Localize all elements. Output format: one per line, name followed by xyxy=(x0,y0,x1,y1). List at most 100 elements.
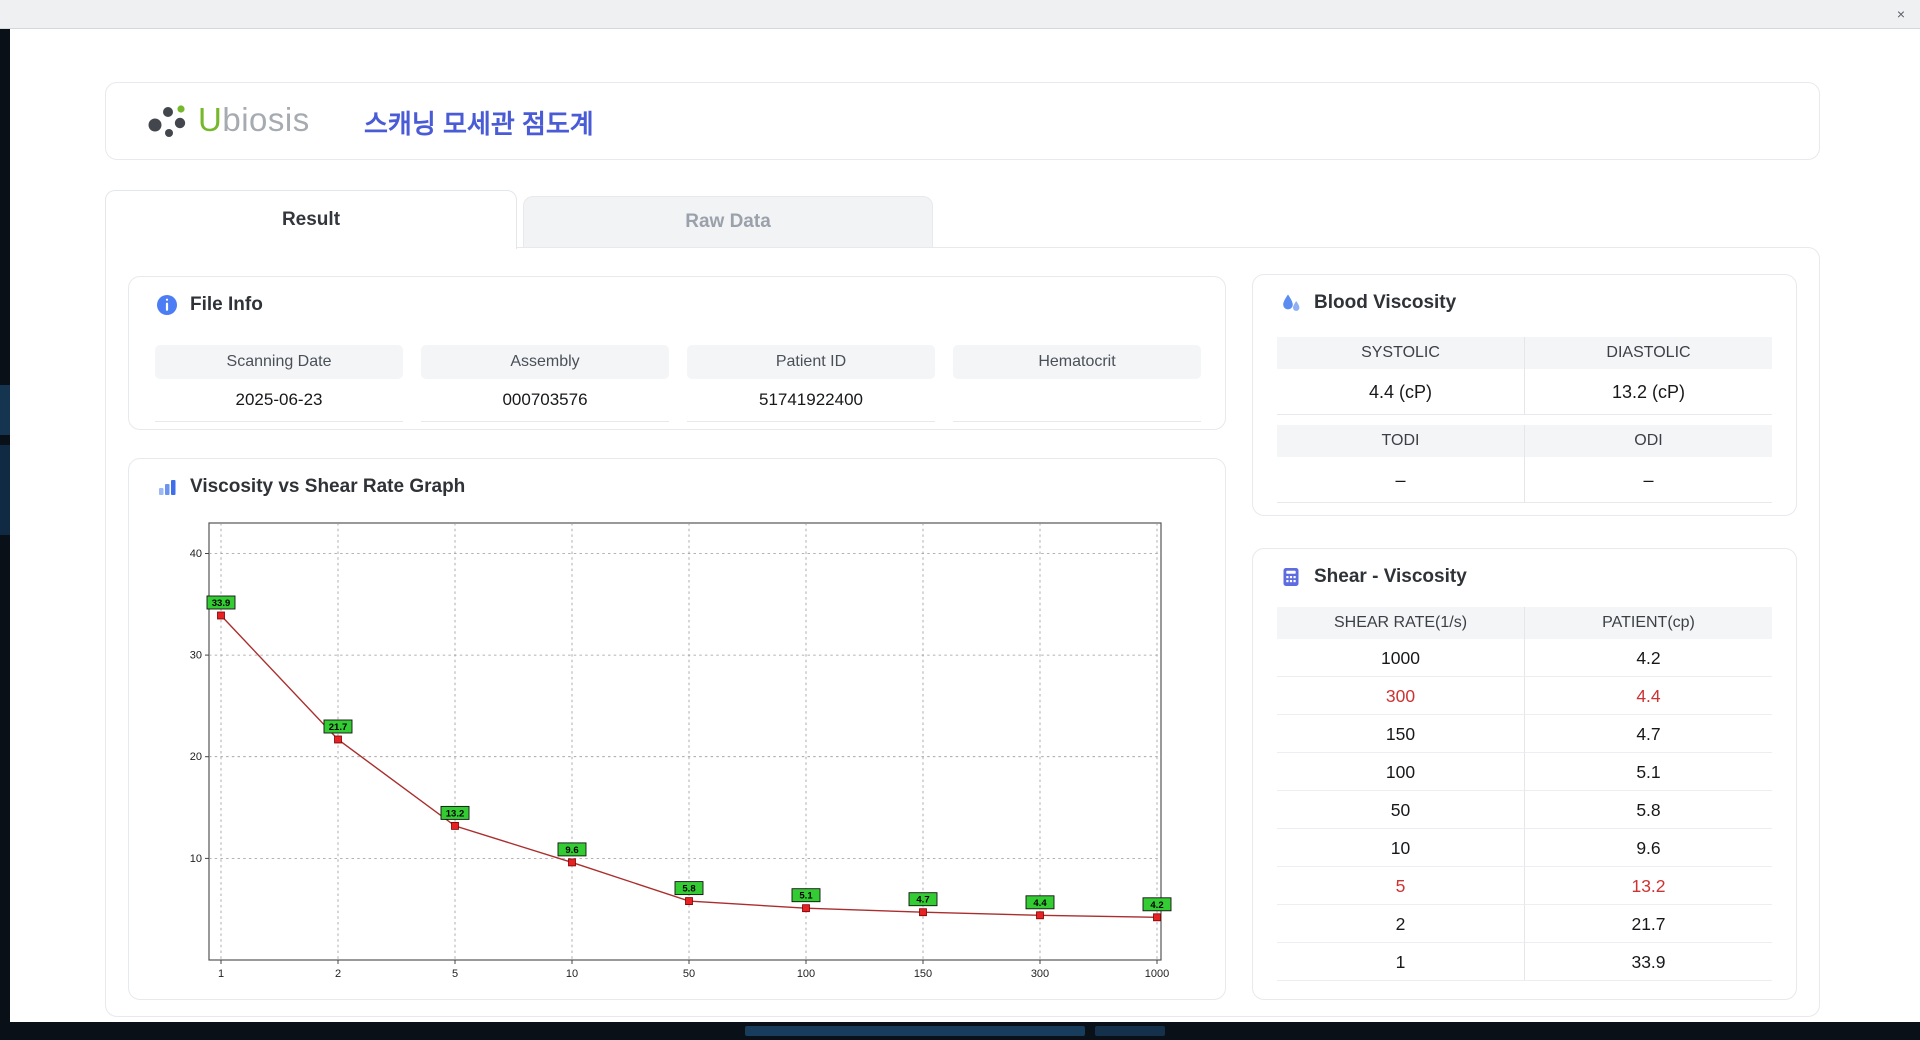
graph-card: Viscosity vs Shear Rate Graph 10 20 30 40 1 2… xyxy=(128,458,1226,1000)
section-title: File Info xyxy=(190,294,263,315)
taskbar-fragment xyxy=(745,1026,1085,1036)
desktop-fragment xyxy=(0,445,10,535)
shear-viscosity-table: SHEAR RATE(1/s) PATIENT(cp) 1000 4.2 300… xyxy=(1277,607,1772,981)
section-title: Blood Viscosity xyxy=(1314,292,1457,313)
patient-cell: 5.1 xyxy=(1525,753,1772,791)
field-value: 000703576 xyxy=(421,379,669,422)
patient-cell: 5.8 xyxy=(1525,791,1772,829)
field-value xyxy=(953,379,1201,422)
viscosity-chart: 10 20 30 40 1 2 5 10 50 100 150 300 1000 33.9 21.7 13.2… xyxy=(177,515,1177,990)
logo-text: Ubiosis xyxy=(198,101,310,139)
todi-value: – xyxy=(1277,457,1525,503)
svg-text:4.4: 4.4 xyxy=(1033,898,1047,909)
table-row: 1000 4.2 xyxy=(1277,639,1772,677)
field-value: 2025-06-23 xyxy=(155,379,403,422)
table-row: 300 4.4 xyxy=(1277,677,1772,715)
svg-text:30: 30 xyxy=(190,650,202,662)
shear-rate-cell: 150 xyxy=(1277,715,1525,753)
shear-rate-cell: 10 xyxy=(1277,829,1525,867)
column-header: PATIENT(cp) xyxy=(1525,607,1772,639)
todi-odi-table: TODI ODI – – xyxy=(1277,425,1772,503)
table-row: 5 13.2 xyxy=(1277,867,1772,905)
table-row: 2 21.7 xyxy=(1277,905,1772,943)
tab-result[interactable]: Result xyxy=(105,190,517,249)
svg-text:5.1: 5.1 xyxy=(799,891,813,902)
svg-text:20: 20 xyxy=(190,751,202,763)
column-header: TODI xyxy=(1277,425,1525,457)
shear-rate-cell: 300 xyxy=(1277,677,1525,715)
svg-text:13.2: 13.2 xyxy=(446,808,465,819)
window-titlebar: × xyxy=(0,0,1920,29)
taskbar-fragment xyxy=(1095,1026,1165,1036)
svg-text:21.7: 21.7 xyxy=(329,722,348,733)
column-header: ODI xyxy=(1525,425,1772,457)
systolic-value: 4.4 (cP) xyxy=(1277,369,1525,415)
svg-text:1000: 1000 xyxy=(1145,968,1169,980)
brand-logo: Ubiosis xyxy=(144,100,310,140)
shear-rate-cell: 2 xyxy=(1277,905,1525,943)
header-card: Ubiosis 스캐닝 모세관 점도계 xyxy=(105,82,1820,160)
dot-cluster-logo-icon xyxy=(144,100,190,140)
svg-text:10: 10 xyxy=(190,853,202,865)
column-header: SHEAR RATE(1/s) xyxy=(1277,607,1525,639)
file-info-field: Patient ID 51741922400 xyxy=(687,345,935,422)
patient-cell: 4.7 xyxy=(1525,715,1772,753)
table-row: 1 33.9 xyxy=(1277,943,1772,981)
patient-cell: 4.4 xyxy=(1525,677,1772,715)
field-label: Patient ID xyxy=(687,345,935,379)
svg-text:2: 2 xyxy=(335,968,341,980)
odi-value: – xyxy=(1525,457,1772,503)
section-title: Viscosity vs Shear Rate Graph xyxy=(190,476,466,497)
shear-viscosity-card: Shear - Viscosity SHEAR RATE(1/s) PATIEN… xyxy=(1252,548,1797,1000)
svg-text:4.2: 4.2 xyxy=(1150,900,1163,911)
info-circle-icon xyxy=(155,293,179,317)
app-window: Ubiosis 스캐닝 모세관 점도계 Result Raw Data File… xyxy=(10,28,1920,1022)
patient-cell: 4.2 xyxy=(1525,639,1772,677)
svg-text:9.6: 9.6 xyxy=(565,845,578,856)
section-title: Shear - Viscosity xyxy=(1314,566,1467,587)
logo-letter-u: U xyxy=(198,101,223,138)
field-value: 51741922400 xyxy=(687,379,935,422)
svg-text:1: 1 xyxy=(218,968,224,980)
column-header: SYSTOLIC xyxy=(1277,337,1525,369)
column-header: DIASTOLIC xyxy=(1525,337,1772,369)
shear-rate-cell: 1000 xyxy=(1277,639,1525,677)
shear-rate-cell: 1 xyxy=(1277,943,1525,981)
tab-raw-data[interactable]: Raw Data xyxy=(523,196,933,247)
table-row: 10 9.6 xyxy=(1277,829,1772,867)
svg-text:4.7: 4.7 xyxy=(916,895,929,906)
file-info-field: Scanning Date 2025-06-23 xyxy=(155,345,403,422)
calculator-icon xyxy=(1279,565,1303,589)
svg-text:150: 150 xyxy=(914,968,932,980)
patient-cell: 21.7 xyxy=(1525,905,1772,943)
droplets-icon xyxy=(1279,291,1303,315)
field-label: Scanning Date xyxy=(155,345,403,379)
patient-cell: 33.9 xyxy=(1525,943,1772,981)
svg-text:100: 100 xyxy=(797,968,815,980)
page-title: 스캐닝 모세관 점도계 xyxy=(364,108,594,139)
svg-text:50: 50 xyxy=(683,968,695,980)
svg-text:300: 300 xyxy=(1031,968,1049,980)
svg-text:40: 40 xyxy=(190,548,202,560)
file-info-field: Assembly 000703576 xyxy=(421,345,669,422)
bar-chart-icon xyxy=(155,475,179,499)
file-info-field: Hematocrit xyxy=(953,345,1201,422)
field-label: Hematocrit xyxy=(953,345,1201,379)
shear-rate-cell: 100 xyxy=(1277,753,1525,791)
patient-cell: 13.2 xyxy=(1525,867,1772,905)
systolic-diastolic-table: SYSTOLIC DIASTOLIC 4.4 (cP) 13.2 (cP) xyxy=(1277,337,1772,415)
blood-viscosity-card: Blood Viscosity SYSTOLIC DIASTOLIC 4.4 (… xyxy=(1252,274,1797,516)
table-row: 150 4.7 xyxy=(1277,715,1772,753)
diastolic-value: 13.2 (cP) xyxy=(1525,369,1772,415)
logo-rest: biosis xyxy=(222,101,310,138)
patient-cell: 9.6 xyxy=(1525,829,1772,867)
close-icon[interactable]: × xyxy=(1892,5,1910,23)
shear-rate-cell: 5 xyxy=(1277,867,1525,905)
content-panel: File Info Scanning Date 2025-06-23 Assem… xyxy=(105,247,1820,1017)
desktop-fragment xyxy=(0,385,10,435)
field-label: Assembly xyxy=(421,345,669,379)
svg-text:5.8: 5.8 xyxy=(682,884,695,895)
table-row: 100 5.1 xyxy=(1277,753,1772,791)
svg-text:33.9: 33.9 xyxy=(212,598,231,609)
svg-text:5: 5 xyxy=(452,968,458,980)
